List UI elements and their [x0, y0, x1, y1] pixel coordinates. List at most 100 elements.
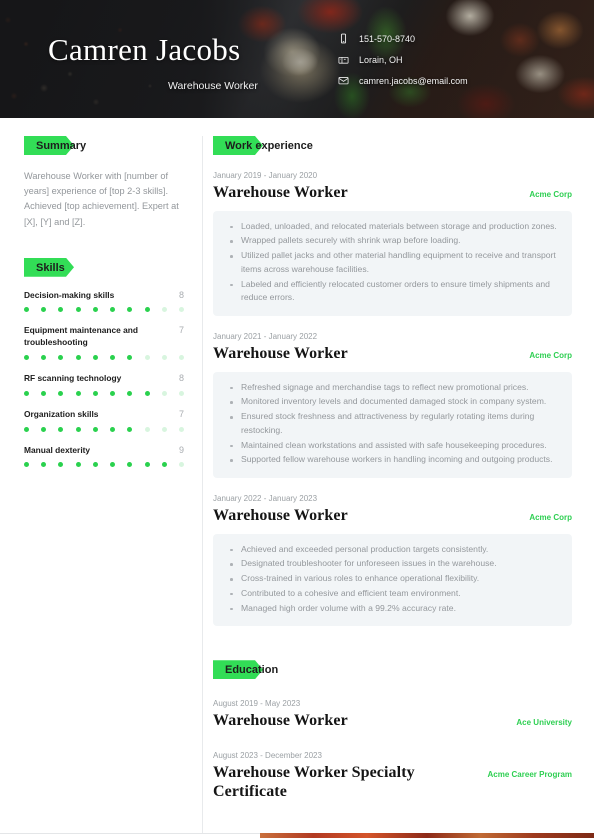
contact-email-value: camren.jacobs@email.com [359, 75, 468, 86]
skill-name: Decision-making skills [24, 289, 115, 300]
entry-bullet: Managed high order volume with a 99.2% a… [227, 602, 558, 616]
contact-email: camren.jacobs@email.com [338, 75, 468, 86]
skill-item: Organization skills 7 [24, 409, 184, 432]
contact-location: Lorain, OH [338, 54, 468, 65]
entry-bullet-card: Refreshed signage and merchandise tags t… [213, 371, 572, 479]
rating-dot-empty [178, 390, 184, 396]
skill-score: 7 [178, 325, 184, 336]
skill-name: RF scanning technology [24, 372, 122, 383]
skills-heading: Skills [24, 257, 184, 277]
rating-dot-filled [58, 462, 64, 468]
skill-rating-dots [24, 426, 184, 432]
entry-bullet: Wrapped pallets securely with shrink wra… [227, 234, 558, 248]
rating-dot-filled [24, 426, 29, 432]
page-break-edge [0, 833, 594, 838]
rating-dot-filled [110, 426, 116, 432]
entry-date: January 2021 - January 2022 [213, 332, 318, 342]
work-entry-list: January 2019 - January 2020 Warehouse Wor… [213, 171, 572, 627]
rating-dot-empty [161, 354, 167, 360]
rating-dot-empty [161, 390, 167, 396]
skill-name: Organization skills [24, 408, 99, 419]
entry-organization: Acme Corp [529, 190, 572, 199]
rating-dot-filled [75, 426, 81, 432]
rating-dot-filled [144, 307, 150, 313]
rating-dot-filled [92, 354, 98, 360]
rating-dot-filled [41, 390, 47, 396]
education-entry: August 2023 - December 2023 Warehouse Wor… [213, 751, 572, 802]
rating-dot-filled [127, 354, 133, 360]
work-experience-heading-label: Work experience [225, 140, 313, 152]
summary-heading: Summary [24, 136, 184, 155]
rating-dot-filled [110, 307, 116, 313]
education-heading: Education [213, 660, 572, 680]
rating-dot-filled [75, 307, 81, 313]
skills-section: Skills Decision-making skills 8 Equipment … [24, 257, 184, 468]
entry-header: Warehouse Worker Specialty Certificate Ac… [213, 763, 572, 802]
contact-phone-value: 151-570-8740 [359, 33, 416, 44]
rating-dot-filled [144, 390, 150, 396]
page-title: Camren Jacobs [48, 32, 241, 67]
rating-dot-filled [24, 390, 29, 396]
entry-title: Warehouse Worker [213, 712, 348, 730]
skill-header: Organization skills 7 [24, 409, 184, 421]
skill-score: 7 [178, 408, 184, 419]
rating-dot-filled [58, 390, 64, 396]
skill-item: Decision-making skills 8 [24, 290, 184, 313]
work-entry: January 2022 - January 2023 Warehouse Wor… [213, 494, 572, 627]
rating-dot-filled [144, 462, 150, 468]
entry-bullet: Supported fellow warehouse workers in ha… [227, 453, 558, 467]
entry-bullet: Refreshed signage and merchandise tags t… [227, 381, 558, 395]
main-column: Work experience January 2019 - January 2… [202, 136, 594, 836]
rating-dot-filled [92, 462, 98, 468]
skill-rating-dots [24, 354, 184, 360]
rating-dot-empty [161, 426, 167, 432]
skill-header: Equipment maintenance and troubleshootin… [24, 325, 184, 349]
rating-dot-filled [75, 354, 81, 360]
entry-bullet: Utilized pallet jacks and other material… [227, 249, 558, 277]
skills-list: Decision-making skills 8 Equipment mainten… [24, 290, 184, 468]
entry-date: August 2023 - December 2023 [213, 750, 322, 760]
entry-title: Warehouse Worker Specialty Certificate [213, 763, 415, 801]
sidebar: Summary Warehouse Worker with [number of… [0, 136, 202, 836]
rating-dot-empty [178, 462, 184, 468]
skill-item: Equipment maintenance and troubleshootin… [24, 325, 184, 360]
rating-dot-empty [144, 354, 150, 360]
rating-dot-filled [127, 426, 133, 432]
rating-dot-filled [58, 307, 64, 313]
skill-score: 8 [178, 372, 184, 383]
skill-name: Equipment maintenance and troubleshootin… [24, 325, 139, 348]
contact-list: 151-570-8740 Lorain, OH camren.jacobs@em… [338, 33, 468, 86]
work-experience-section: Work experience January 2019 - January 2… [213, 136, 572, 627]
rating-dot-empty [178, 426, 184, 432]
rating-dot-filled [92, 426, 98, 432]
skill-item: Manual dexterity 9 [24, 445, 184, 468]
rating-dot-filled [58, 426, 64, 432]
rating-dot-filled [58, 354, 64, 360]
rating-dot-filled [110, 354, 116, 360]
rating-dot-filled [92, 307, 98, 313]
entry-organization: Acme Corp [529, 513, 572, 523]
entry-bullet: Maintained clean workstations and assist… [227, 439, 558, 453]
rating-dot-filled [41, 354, 47, 360]
entry-bullet: Monitored inventory levels and documente… [227, 395, 558, 409]
rating-dot-empty [178, 307, 184, 313]
education-heading-label: Education [225, 664, 279, 677]
rating-dot-filled [24, 354, 29, 360]
skill-score: 8 [178, 289, 184, 300]
page-edge-right-image [260, 833, 594, 838]
rating-dot-filled [41, 426, 47, 432]
summary-heading-label: Summary [36, 140, 87, 152]
rating-dot-filled [75, 390, 81, 396]
rating-dot-filled [41, 462, 47, 468]
summary-text: Warehouse Worker with [number of years] … [24, 171, 179, 227]
education-entry: August 2019 - May 2023 Warehouse Worker Ac… [213, 699, 572, 731]
rating-dot-filled [41, 307, 47, 313]
entry-bullet-card: Loaded, unloaded, and relocated material… [213, 210, 572, 317]
education-entry-list: August 2019 - May 2023 Warehouse Worker Ac… [213, 699, 572, 802]
skill-item: RF scanning technology 8 [24, 373, 184, 396]
rating-dot-empty [144, 426, 150, 432]
skill-rating-dots [24, 462, 184, 468]
rating-dot-filled [161, 462, 167, 468]
phone-icon [338, 33, 349, 44]
entry-organization: Ace University [516, 718, 572, 728]
